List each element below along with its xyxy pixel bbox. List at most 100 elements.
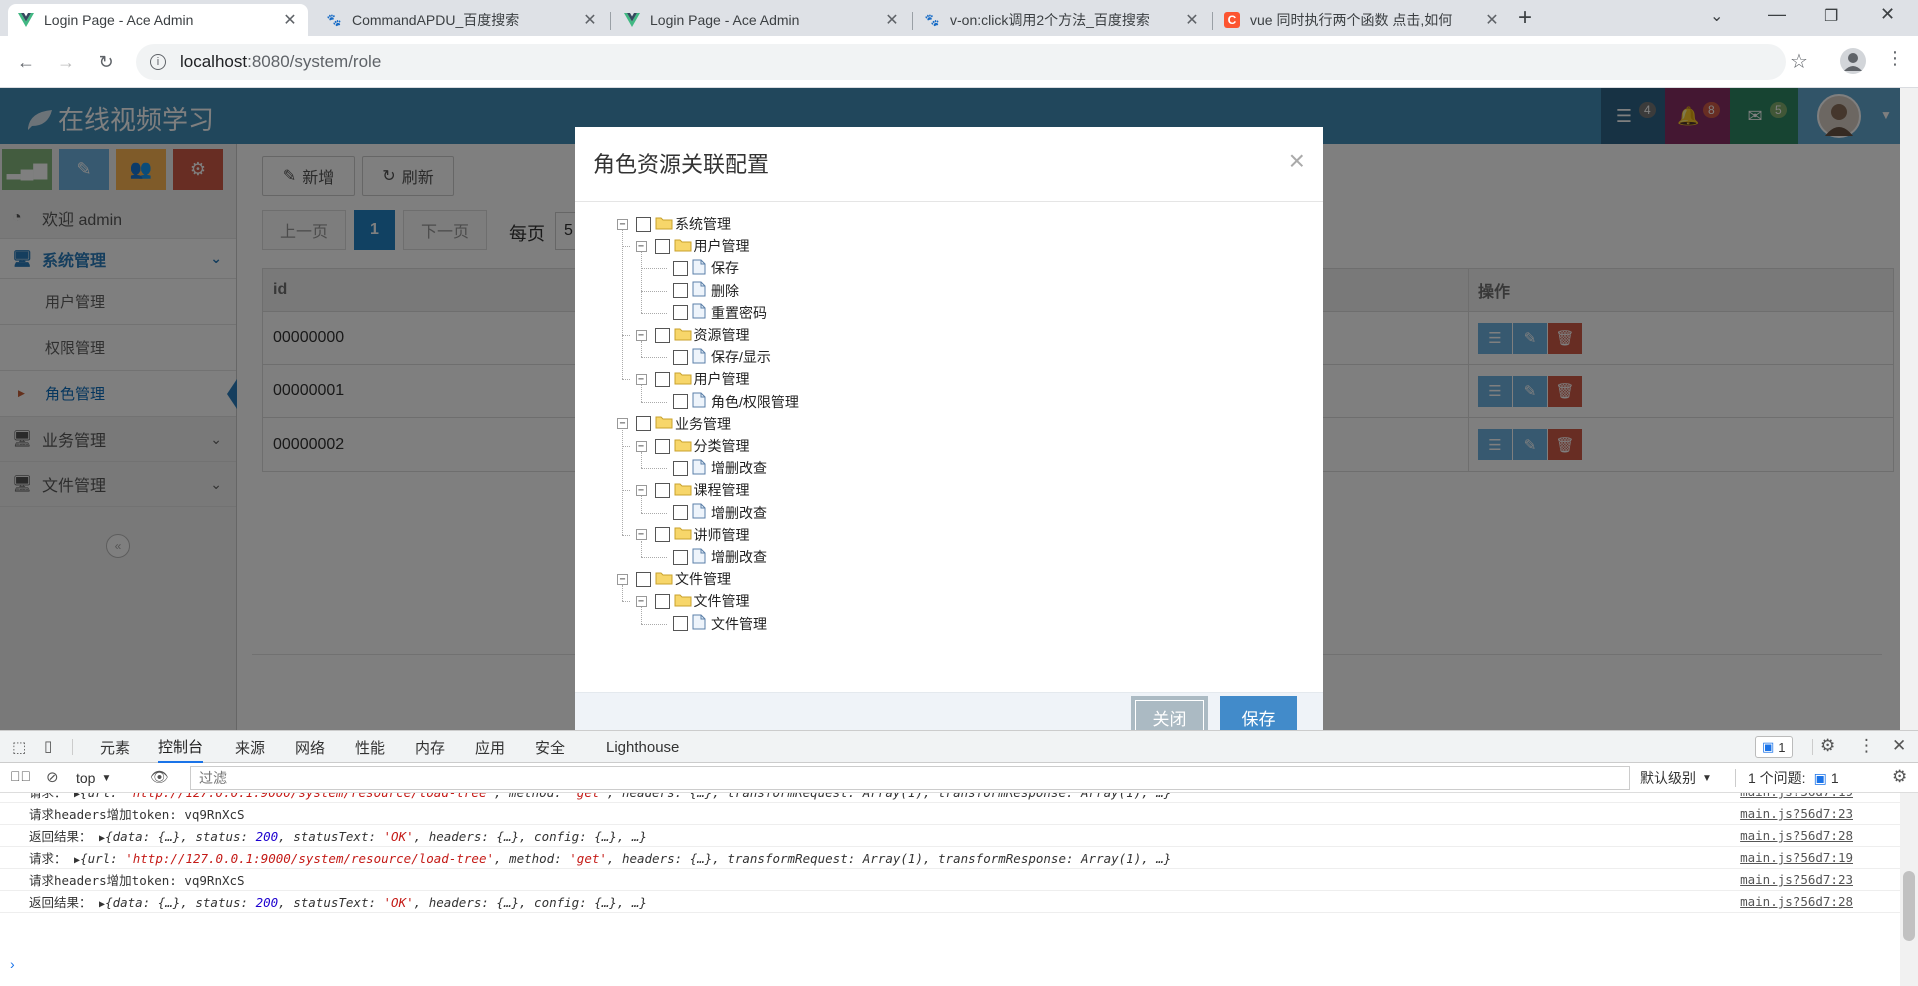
new-tab-icon[interactable]: + [1518,4,1532,32]
source-link[interactable]: main.js?56d7:28 [1740,894,1853,909]
sidebar-toggle-icon[interactable]: ▶⃞ [10,768,31,784]
tree-checkbox[interactable] [673,349,688,365]
source-link[interactable]: main.js?56d7:23 [1740,872,1853,887]
tree-folder-node[interactable]: − 讲师管理 [635,524,750,546]
browser-tab[interactable]: 🐾 v-on:click调用2个方法_百度搜索 ✕ [914,4,1210,36]
restore-icon[interactable]: ❐ [1824,6,1838,26]
tree-leaf-node[interactable]: 增删改查 [673,457,767,479]
more-options-icon[interactable]: ⋮ [1858,736,1875,756]
tree-leaf-node[interactable]: 重置密码 [673,302,767,324]
devtools-tab-memory[interactable]: 内存 [415,731,445,763]
device-toggle-icon[interactable]: ▯ [44,737,52,755]
collapse-toggle-icon[interactable]: − [635,240,647,252]
tree-folder-node[interactable]: − 用户管理 [635,368,750,390]
response-object[interactable]: {data: {…}, status: 200, statusText: 'OK… [105,829,647,844]
tree-folder-node[interactable]: − 用户管理 [635,235,750,257]
tree-folder-node[interactable]: − 业务管理 [617,413,731,435]
collapse-toggle-icon[interactable]: − [635,529,647,541]
tree-leaf-node[interactable]: 保存/显示 [673,346,771,368]
bookmark-star-icon[interactable]: ☆ [1790,49,1808,74]
tab-search-icon[interactable]: ⌄ [1710,6,1723,26]
tree-checkbox[interactable] [673,305,688,321]
browser-tab[interactable]: C vue 同时执行两个函数 点击,如何 ✕ [1214,4,1510,36]
context-select[interactable]: top ▼ [76,768,111,788]
forward-icon[interactable]: → [52,48,80,76]
browser-tab[interactable]: Login Page - Ace Admin ✕ [8,4,308,36]
tree-leaf-node[interactable]: 删除 [673,280,739,302]
close-tab-icon[interactable]: ✕ [582,10,598,30]
tree-checkbox[interactable] [654,527,670,543]
devtools-tab-lighthouse[interactable]: Lighthouse [606,731,679,763]
devtools-tab-sources[interactable]: 来源 [235,731,265,763]
tree-folder-node[interactable]: − 文件管理 [617,568,731,590]
devtools-tab-console[interactable]: 控制台 [158,731,204,763]
info-icon[interactable]: i [150,54,166,70]
clear-console-icon[interactable]: ⊘ [46,768,59,786]
tree-folder-node[interactable]: − 分类管理 [635,435,750,457]
tree-checkbox[interactable] [654,238,670,254]
tree-checkbox[interactable] [673,505,688,521]
reload-icon[interactable]: ↻ [92,48,120,76]
collapse-toggle-icon[interactable]: − [635,373,647,385]
devtools-tab-security[interactable]: 安全 [535,731,565,763]
collapse-toggle-icon[interactable]: − [617,418,628,430]
eye-icon[interactable]: 👁 [150,768,169,786]
minimize-icon[interactable]: — [1768,4,1786,25]
tree-leaf-node[interactable]: 文件管理 [673,613,767,635]
close-tab-icon[interactable]: ✕ [1184,10,1200,30]
messages-count-badge[interactable]: ▣ 1 [1755,736,1793,758]
response-object[interactable]: {data: {…}, status: 200, statusText: 'OK… [105,895,647,910]
chrome-menu-icon[interactable]: ⋮ [1886,48,1904,69]
tree-checkbox[interactable] [673,616,688,632]
tree-leaf-node[interactable]: 增删改查 [673,502,767,524]
inspect-icon[interactable]: ⬚ [12,738,26,756]
devtools-tab-elements[interactable]: 元素 [100,731,130,763]
source-link[interactable]: main.js?56d7:19 [1740,850,1853,865]
issues-button[interactable]: 1 个问题: ▣ 1 [1748,768,1839,788]
tree-checkbox[interactable] [673,394,688,410]
tree-checkbox[interactable] [654,482,670,498]
settings-gear-icon[interactable]: ⚙ [1820,736,1835,756]
collapse-toggle-icon[interactable]: − [635,484,647,496]
close-tab-icon[interactable]: ✕ [884,10,900,30]
page-scrollbar[interactable] [1900,88,1918,730]
browser-tab[interactable]: Login Page - Ace Admin ✕ [614,4,910,36]
tree-checkbox[interactable] [636,216,651,232]
collapse-toggle-icon[interactable]: − [635,329,647,341]
devtools-tab-application[interactable]: 应用 [475,731,505,763]
console-settings-icon[interactable]: ⚙ [1892,767,1907,787]
collapse-toggle-icon[interactable]: − [635,595,647,607]
request-object[interactable]: {url: 'http://127.0.0.1:9000/system/reso… [80,793,1171,800]
collapse-toggle-icon[interactable]: − [617,218,628,230]
source-link[interactable]: main.js?56d7:19 [1740,793,1853,799]
tree-checkbox[interactable] [673,283,688,299]
request-object[interactable]: {url: 'http://127.0.0.1:9000/system/reso… [80,851,1171,866]
back-icon[interactable]: ← [12,48,40,76]
tree-checkbox[interactable] [673,549,688,565]
collapse-toggle-icon[interactable]: − [635,440,647,452]
console-prompt[interactable]: › [10,956,15,972]
source-link[interactable]: main.js?56d7:23 [1740,806,1853,821]
collapse-toggle-icon[interactable]: − [617,573,628,585]
close-devtools-icon[interactable]: ✕ [1892,736,1906,756]
tree-checkbox[interactable] [654,438,670,454]
tree-checkbox[interactable] [673,260,688,276]
browser-tab[interactable]: 🐾 CommandAPDU_百度搜索 ✕ [316,4,608,36]
tree-checkbox[interactable] [654,327,670,343]
profile-icon[interactable] [1840,48,1866,74]
close-tab-icon[interactable]: ✕ [1484,10,1500,30]
console-scrollbar[interactable] [1900,793,1918,986]
tree-checkbox[interactable] [654,593,670,609]
tree-leaf-node[interactable]: 增删改查 [673,546,767,568]
tree-leaf-node[interactable]: 保存 [673,257,739,279]
tree-leaf-node[interactable]: 角色/权限管理 [673,391,799,413]
tree-checkbox[interactable] [636,571,651,587]
url-input[interactable]: i localhost:8080/system/role [136,44,1786,80]
tree-checkbox[interactable] [636,416,651,432]
tree-folder-node[interactable]: − 文件管理 [635,590,750,612]
tree-folder-node[interactable]: − 课程管理 [635,479,750,501]
tree-checkbox[interactable] [654,371,670,387]
close-tab-icon[interactable]: ✕ [282,10,298,30]
tree-folder-node[interactable]: − 系统管理 [617,213,731,235]
log-level-select[interactable]: 默认级别 ▼ [1640,768,1712,788]
